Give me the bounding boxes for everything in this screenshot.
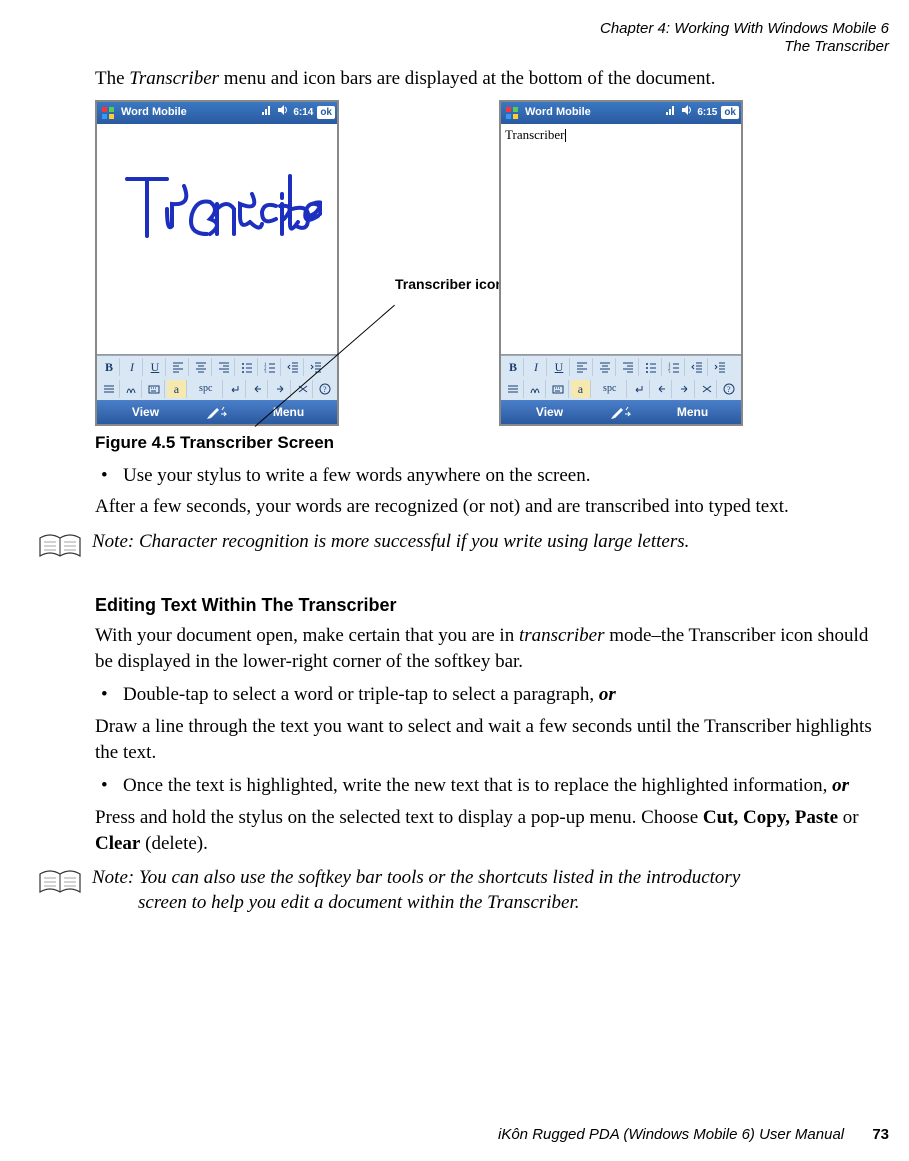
title-bar: Word Mobile 6:15 ok — [501, 102, 741, 124]
help-icon[interactable]: ? — [315, 380, 335, 398]
app-title: Word Mobile — [121, 105, 257, 120]
numbered-list-icon[interactable]: 123 — [260, 358, 281, 376]
format-toolbar: B I U 123 a — [97, 355, 337, 400]
softkey-menu[interactable]: Menu — [644, 404, 741, 420]
recognizer-icon[interactable] — [122, 380, 143, 398]
svg-text:3: 3 — [668, 371, 671, 373]
softkey-view[interactable]: View — [501, 404, 598, 420]
right-arrow-icon[interactable] — [270, 380, 291, 398]
paragraph: After a few seconds, your words are reco… — [95, 494, 879, 520]
phone-screenshot-right: Word Mobile 6:15 ok Transcriber B I — [499, 100, 743, 426]
chapter-line: Chapter 4: Working With Windows Mobile 6 — [20, 20, 889, 38]
intro-paragraph: The Transcriber menu and icon bars are d… — [95, 66, 879, 92]
speaker-icon — [277, 104, 289, 121]
signal-icon — [665, 104, 677, 121]
document-canvas[interactable]: Transcriber — [501, 124, 741, 355]
section-heading: Editing Text Within The Transcriber — [95, 593, 879, 617]
correction-icon[interactable] — [697, 380, 718, 398]
recognizer-icon[interactable] — [526, 380, 547, 398]
keyboard-icon[interactable] — [548, 380, 569, 398]
letter-shapes-button[interactable]: a — [571, 380, 592, 398]
start-icon — [99, 104, 117, 122]
manual-title: iKôn Rugged PDA (Windows Mobile 6) User … — [498, 1126, 844, 1143]
speaker-icon — [681, 104, 693, 121]
numbered-list-icon[interactable]: 123 — [664, 358, 685, 376]
start-icon — [503, 104, 521, 122]
list-item: Double-tap to select a word or triple-ta… — [95, 682, 879, 708]
phone-screenshot-left: Word Mobile 6:14 ok — [95, 100, 339, 426]
book-icon — [38, 532, 82, 567]
italic-button[interactable]: I — [122, 358, 143, 376]
note-text: Note: Character recognition is more succ… — [92, 530, 689, 555]
note-block: Note: You can also use the softkey bar t… — [38, 866, 879, 915]
book-icon — [38, 868, 82, 903]
svg-text:?: ? — [323, 385, 327, 394]
list-item: Once the text is highlighted, write the … — [95, 773, 879, 799]
title-bar: Word Mobile 6:14 ok — [97, 102, 337, 124]
running-header: Chapter 4: Working With Windows Mobile 6… — [20, 20, 889, 56]
transcriber-icon[interactable] — [598, 400, 644, 424]
clock-text: 6:14 — [293, 106, 313, 120]
note-text: Note: You can also use the softkey bar t… — [92, 866, 740, 915]
note-block: Note: Character recognition is more succ… — [38, 530, 879, 567]
enter-icon[interactable] — [225, 380, 246, 398]
section-line: The Transcriber — [20, 38, 889, 56]
handwriting-sample — [112, 164, 322, 259]
left-arrow-icon[interactable] — [248, 380, 269, 398]
keyboard-icon[interactable] — [144, 380, 165, 398]
bullets-icon[interactable] — [237, 358, 258, 376]
page-footer: iKôn Rugged PDA (Windows Mobile 6) User … — [498, 1126, 889, 1143]
document-canvas[interactable] — [97, 124, 337, 355]
paragraph: Press and hold the stylus on the selecte… — [95, 805, 879, 856]
bold-button[interactable]: B — [503, 358, 524, 376]
softkey-bar: View Menu — [501, 400, 741, 424]
softkey-bar: View Menu — [97, 400, 337, 424]
outdent-icon[interactable] — [283, 358, 304, 376]
options-icon[interactable] — [99, 380, 120, 398]
transcriber-icon[interactable] — [194, 400, 240, 424]
indent-icon[interactable] — [710, 358, 730, 376]
svg-text:?: ? — [727, 385, 731, 394]
paragraph: Draw a line through the text you want to… — [95, 714, 879, 765]
svg-text:3: 3 — [264, 371, 267, 373]
ok-button[interactable]: ok — [721, 106, 739, 120]
paragraph: With your document open, make certain th… — [95, 623, 879, 674]
italic-button[interactable]: I — [526, 358, 547, 376]
bold-button[interactable]: B — [99, 358, 120, 376]
outdent-icon[interactable] — [687, 358, 708, 376]
help-icon[interactable]: ? — [719, 380, 739, 398]
list-item: Use your stylus to write a few words any… — [95, 463, 879, 489]
figure-row: Word Mobile 6:14 ok — [95, 100, 879, 426]
softkey-view[interactable]: View — [97, 404, 194, 420]
clock-text: 6:15 — [697, 106, 717, 120]
space-button[interactable]: spc — [593, 380, 627, 398]
options-icon[interactable] — [503, 380, 524, 398]
figure-caption: Figure 4.5 Transcriber Screen — [95, 432, 879, 455]
signal-icon — [261, 104, 273, 121]
align-right-icon[interactable] — [214, 358, 235, 376]
space-button[interactable]: spc — [189, 380, 223, 398]
left-arrow-icon[interactable] — [652, 380, 673, 398]
typed-text: Transcriber — [505, 126, 566, 144]
format-toolbar: B I U 123 a — [501, 355, 741, 400]
page-number: 73 — [872, 1126, 889, 1143]
right-arrow-icon[interactable] — [674, 380, 695, 398]
underline-button[interactable]: U — [145, 358, 166, 376]
bullets-icon[interactable] — [641, 358, 662, 376]
align-center-icon[interactable] — [191, 358, 212, 376]
align-center-icon[interactable] — [595, 358, 616, 376]
app-title: Word Mobile — [525, 105, 661, 120]
ok-button[interactable]: ok — [317, 106, 335, 120]
align-left-icon[interactable] — [168, 358, 189, 376]
align-right-icon[interactable] — [618, 358, 639, 376]
enter-icon[interactable] — [629, 380, 650, 398]
callout-label: Transcriber icon — [395, 275, 504, 294]
underline-button[interactable]: U — [549, 358, 570, 376]
align-left-icon[interactable] — [572, 358, 593, 376]
letter-shapes-button[interactable]: a — [167, 380, 188, 398]
softkey-menu[interactable]: Menu — [240, 404, 337, 420]
